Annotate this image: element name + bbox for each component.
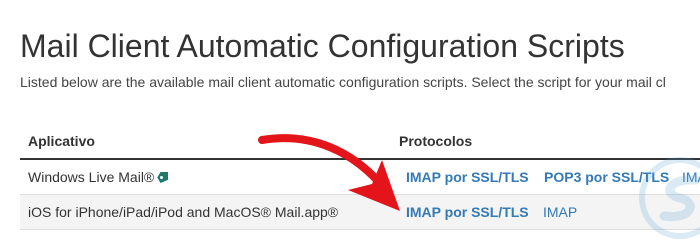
app-name: iOS for iPhone/iPad/iPod and MacOS® Mail… [28,204,339,220]
table-row: iOS for iPhone/iPad/iPod and MacOS® Mail… [20,195,700,230]
page-title: Mail Client Automatic Configuration Scri… [20,28,625,64]
config-scripts-table: Aplicativo Protocolos Windows Live Mail®… [20,122,700,230]
imap-ssl-link[interactable]: IMAP por SSL/TLS [406,169,529,185]
table-row: Windows Live Mail® IMAP por SSL/TLS POP3… [20,160,700,195]
imap-ssl-link[interactable]: IMAP por SSL/TLS [406,204,529,220]
app-name-cell: Windows Live Mail® [28,169,169,185]
tag-icon[interactable] [157,172,169,183]
imap-link[interactable]: IMAP [543,204,577,220]
intro-text: Listed below are the available mail clie… [20,74,666,90]
column-header-app: Aplicativo [28,133,95,149]
column-header-protocols: Protocolos [399,133,473,149]
logo-watermark [639,157,700,239]
app-name: Windows Live Mail® [28,169,155,185]
table-header: Aplicativo Protocolos [20,122,700,160]
